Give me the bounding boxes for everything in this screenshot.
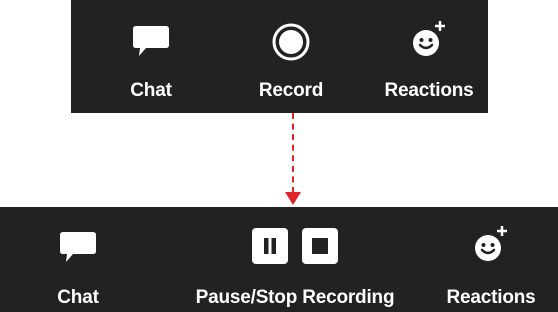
comparison-figure: Chat Record Reactions Chat Pause/Stop Re… [0, 0, 558, 312]
pause-icon [252, 228, 288, 264]
reactions-button[interactable]: Reactions [379, 0, 479, 113]
dashed-arrow-line [292, 113, 294, 193]
pause-stop-icons [252, 228, 338, 264]
pause-stop-recording-button[interactable]: Pause/Stop Recording [178, 207, 412, 312]
reactions-icon [413, 21, 445, 56]
reactions-button[interactable]: Reactions [436, 207, 546, 312]
reactions-label: Reactions [446, 287, 536, 308]
chat-label: Chat [57, 287, 99, 308]
chat-icon [133, 26, 169, 56]
reactions-label: Reactions [384, 80, 474, 101]
pause-stop-recording-label: Pause/Stop Recording [195, 287, 395, 308]
record-icon [272, 23, 310, 61]
meeting-toolbar-before: Chat Record Reactions [71, 0, 488, 113]
chat-button[interactable]: Chat [111, 0, 191, 113]
chat-icon [60, 232, 96, 262]
stop-icon [302, 228, 338, 264]
record-label: Record [258, 80, 324, 101]
meeting-toolbar-after: Chat Pause/Stop Recording Reactions [0, 207, 558, 312]
chat-button[interactable]: Chat [38, 207, 118, 312]
reactions-icon [475, 226, 507, 261]
arrow-head-icon [285, 192, 301, 205]
record-button[interactable]: Record [251, 0, 331, 113]
chat-label: Chat [130, 80, 172, 101]
